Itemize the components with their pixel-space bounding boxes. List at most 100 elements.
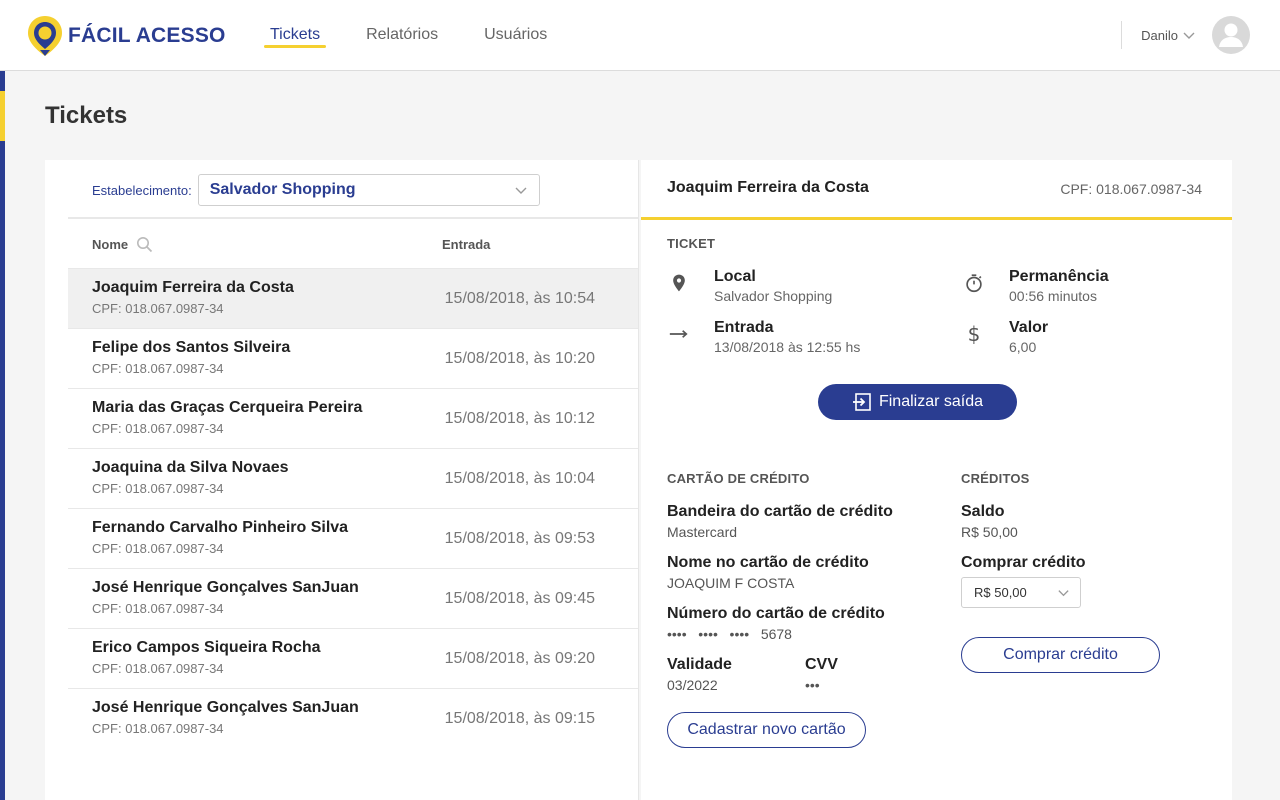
chevron-down-icon (515, 187, 527, 194)
row-cpf: CPF: 018.067.0987-34 (92, 601, 224, 616)
column-header-name: Nome (92, 236, 153, 253)
credit-amount-value: R$ 50,00 (974, 585, 1027, 600)
ticket-detail-panel: Joaquim Ferreira da Costa CPF: 018.067.0… (641, 160, 1232, 800)
exit-icon (852, 393, 871, 411)
nav-usuarios[interactable]: Usuários (478, 0, 553, 70)
card-brand-field: Bandeira do cartão de crédito Mastercard (667, 503, 893, 540)
location-pin-logo-icon (28, 16, 62, 56)
avatar[interactable] (1212, 16, 1250, 54)
buy-credit-label: Comprar crédito (961, 554, 1086, 571)
row-date: 15/08/2018, às 09:53 (444, 530, 595, 547)
buy-credit-button-label: Comprar crédito (1003, 646, 1118, 663)
location-pin-icon (667, 271, 691, 295)
user-menu[interactable]: Danilo (1121, 0, 1280, 70)
row-date: 15/08/2018, às 10:04 (444, 470, 595, 487)
table-row[interactable]: Fernando Carvalho Pinheiro Silva CPF: 01… (68, 508, 638, 568)
card-cvv-field: CVV ••• (805, 656, 838, 693)
establishment-label: Estabelecimento: (92, 182, 192, 198)
table-row[interactable]: José Henrique Gonçalves SanJuan CPF: 018… (68, 568, 638, 628)
row-cpf: CPF: 018.067.0987-34 (92, 721, 224, 736)
local-label: Local (714, 268, 756, 285)
card-cvv-value: ••• (805, 677, 820, 693)
main-nav: Tickets Relatórios Usuários (264, 0, 587, 70)
card-number-label: Número do cartão de crédito (667, 605, 885, 622)
row-date: 15/08/2018, às 10:20 (444, 350, 595, 367)
card-expiry-label: Validade (667, 656, 732, 673)
page-title: Tickets (45, 102, 128, 129)
row-date: 15/08/2018, às 10:12 (444, 410, 595, 427)
table-row[interactable]: Maria das Graças Cerqueira Pereira CPF: … (68, 388, 638, 448)
info-value: $ Valor 6,00 (962, 319, 1049, 355)
logo[interactable]: FÁCIL ACESSO (26, 14, 226, 58)
card-number-field: Número do cartão de crédito •••• •••• ••… (667, 605, 885, 642)
info-local: Local Salvador Shopping (667, 268, 832, 304)
row-name: Maria das Graças Cerqueira Pereira (92, 399, 363, 416)
arrow-right-icon (667, 322, 691, 346)
top-bar: FÁCIL ACESSO Tickets Relatórios Usuários… (0, 0, 1280, 71)
stopwatch-icon (962, 271, 986, 295)
establishment-select-value: Salvador Shopping (209, 181, 356, 198)
row-cpf: CPF: 018.067.0987-34 (92, 541, 224, 556)
buy-credit-button[interactable]: Comprar crédito (961, 637, 1160, 673)
balance-value: R$ 50,00 (961, 524, 1018, 540)
card-brand-value: Mastercard (667, 524, 738, 540)
row-cpf: CPF: 018.067.0987-34 (92, 481, 224, 496)
row-name: Joaquina da Silva Novaes (92, 459, 289, 476)
search-icon[interactable] (136, 236, 153, 253)
info-entry: Entrada 13/08/2018 às 12:55 hs (667, 319, 860, 355)
establishment-select[interactable]: Salvador Shopping (197, 174, 540, 206)
info-stay: Permanência 00:56 minutos (962, 268, 1109, 304)
new-card-button[interactable]: Cadastrar novo cartão (667, 712, 866, 748)
credits-section-title: CRÉDITOS (961, 471, 1030, 486)
row-date: 15/08/2018, às 09:45 (444, 590, 595, 607)
detail-header: Joaquim Ferreira da Costa CPF: 018.067.0… (641, 160, 1232, 220)
column-name-label: Nome (92, 236, 129, 252)
stay-label: Permanência (1009, 268, 1109, 285)
entry-label: Entrada (714, 319, 774, 336)
side-accent-highlight (0, 91, 5, 141)
buy-credit-field: Comprar crédito (961, 554, 1085, 572)
finish-exit-button[interactable]: Finalizar saída (818, 384, 1017, 420)
ticket-list: Joaquim Ferreira da Costa CPF: 018.067.0… (68, 268, 638, 748)
chevron-down-icon[interactable] (1182, 28, 1196, 42)
card-expiry-field: Validade 03/2022 (667, 656, 732, 693)
detail-name: Joaquim Ferreira da Costa (667, 179, 869, 196)
table-row[interactable]: José Henrique Gonçalves SanJuan CPF: 018… (68, 688, 638, 748)
entry-value: 13/08/2018 às 12:55 hs (714, 339, 861, 355)
detail-cpf: CPF: 018.067.0987-34 (1060, 181, 1202, 197)
row-cpf: CPF: 018.067.0987-34 (92, 361, 224, 376)
card-brand-label: Bandeira do cartão de crédito (667, 503, 893, 520)
table-row[interactable]: Joaquim Ferreira da Costa CPF: 018.067.0… (68, 268, 638, 328)
list-header: Nome Entrada (68, 219, 638, 269)
new-card-label: Cadastrar novo cartão (687, 721, 846, 738)
card-holder-field: Nome no cartão de crédito JOAQUIM F COST… (667, 554, 869, 591)
user-divider (1121, 21, 1123, 49)
table-row[interactable]: Joaquina da Silva Novaes CPF: 018.067.09… (68, 448, 638, 508)
row-name: Felipe dos Santos Silveira (92, 339, 291, 356)
card-holder-label: Nome no cartão de crédito (667, 554, 869, 571)
user-name[interactable]: Danilo (1141, 28, 1178, 43)
card-number-value: •••• •••• •••• 5678 (667, 626, 792, 642)
stay-value: 00:56 minutos (1009, 288, 1097, 304)
card-cvv-label: CVV (805, 656, 838, 673)
logo-text: FÁCIL ACESSO (68, 24, 226, 47)
establishment-filter: Estabelecimento: Salvador Shopping (92, 174, 540, 206)
user-avatar-icon (1219, 23, 1243, 47)
row-cpf: CPF: 018.067.0987-34 (92, 661, 224, 676)
value-label: Valor (1009, 319, 1049, 336)
card-section-title: CARTÃO DE CRÉDITO (667, 471, 810, 486)
card-expiry-value: 03/2022 (667, 677, 718, 693)
row-name: Joaquim Ferreira da Costa (92, 279, 294, 296)
nav-tickets[interactable]: Tickets (264, 0, 327, 70)
local-value: Salvador Shopping (714, 288, 833, 304)
dollar-icon: $ (967, 322, 981, 346)
nav-relatorios[interactable]: Relatórios (360, 0, 444, 70)
credit-amount-select[interactable]: R$ 50,00 (961, 577, 1081, 608)
table-row[interactable]: Felipe dos Santos Silveira CPF: 018.067.… (68, 328, 638, 388)
row-date: 15/08/2018, às 09:20 (444, 650, 595, 667)
row-name: Fernando Carvalho Pinheiro Silva (92, 519, 349, 536)
row-name: José Henrique Gonçalves SanJuan (92, 579, 359, 596)
finish-exit-label: Finalizar saída (878, 393, 984, 410)
row-date: 15/08/2018, às 09:15 (444, 710, 595, 727)
table-row[interactable]: Erico Campos Siqueira Rocha CPF: 018.067… (68, 628, 638, 688)
